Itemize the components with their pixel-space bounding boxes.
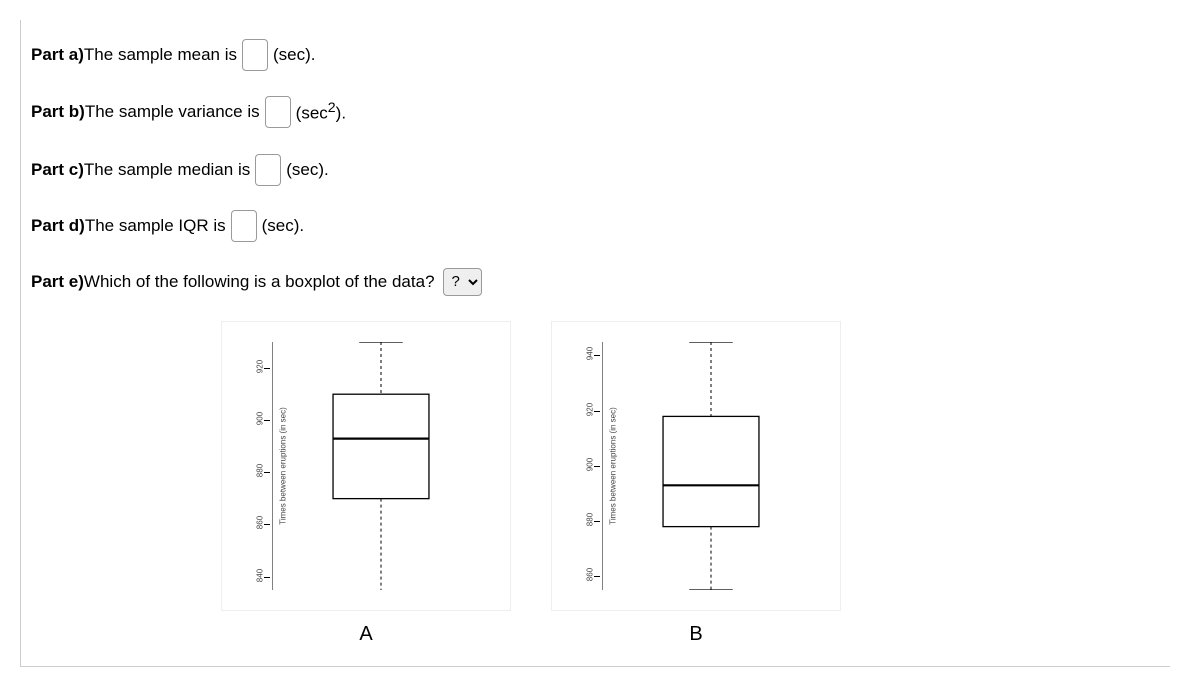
chart-label-a: A — [359, 623, 372, 646]
boxplot-b: Times between eruptions (in sec) 8608809… — [551, 321, 841, 611]
part-b-line: Part b) The sample variance is (sec2). — [31, 94, 1160, 131]
part-c-line: Part c) The sample median is (sec). — [31, 153, 1160, 187]
part-a-text: The sample mean is — [84, 38, 237, 72]
part-c-text: The sample median is — [84, 153, 250, 187]
part-d-line: Part d) The sample IQR is (sec). — [31, 209, 1160, 243]
part-b-input[interactable] — [265, 96, 291, 128]
part-e-text: Which of the following is a boxplot of t… — [84, 265, 435, 299]
question-card: Part a) The sample mean is (sec). Part b… — [20, 20, 1170, 667]
chart-cell-a: Times between eruptions (in sec) 8408608… — [221, 321, 511, 646]
part-b-unit: (sec2). — [296, 94, 346, 131]
charts-row: Times between eruptions (in sec) 8408608… — [221, 321, 1160, 646]
part-e-label: Part e) — [31, 265, 84, 299]
part-a-input[interactable] — [242, 39, 268, 71]
part-d-label: Part d) — [31, 209, 85, 243]
part-c-unit: (sec). — [286, 153, 329, 187]
part-a-unit: (sec). — [273, 38, 316, 72]
part-c-label: Part c) — [31, 153, 84, 187]
boxplot-a: Times between eruptions (in sec) 8408608… — [221, 321, 511, 611]
part-a-label: Part a) — [31, 38, 84, 72]
part-c-input[interactable] — [255, 154, 281, 186]
chart-label-b: B — [689, 623, 702, 646]
part-e-line: Part e) Which of the following is a boxp… — [31, 265, 1160, 299]
part-b-text: The sample variance is — [85, 95, 260, 129]
part-b-label: Part b) — [31, 95, 85, 129]
part-d-text: The sample IQR is — [85, 209, 226, 243]
part-a-line: Part a) The sample mean is (sec). — [31, 38, 1160, 72]
part-e-select[interactable]: ? — [443, 268, 482, 296]
chart-cell-b: Times between eruptions (in sec) 8608809… — [551, 321, 841, 646]
part-d-unit: (sec). — [262, 209, 305, 243]
part-d-input[interactable] — [231, 210, 257, 242]
